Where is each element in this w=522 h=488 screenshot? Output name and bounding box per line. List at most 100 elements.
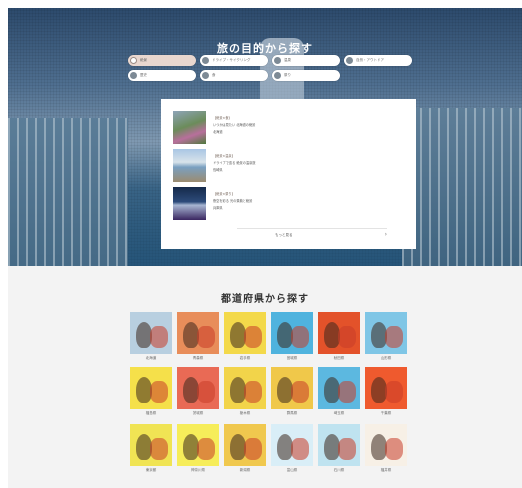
- prefecture-illustration-detail: [291, 326, 309, 348]
- prefecture-name: 山形県: [380, 356, 392, 360]
- radio-icon: [202, 57, 209, 64]
- prefecture-tile[interactable]: [318, 312, 360, 354]
- prefecture-tile[interactable]: [271, 312, 313, 354]
- prefecture-name: 神奈川県: [191, 468, 205, 472]
- result-thumbnail: [173, 149, 206, 182]
- prefecture-search-title: 都道府県から探す: [221, 294, 309, 305]
- prefecture-illustration-detail: [291, 438, 309, 460]
- purpose-filter-pill[interactable]: 食: [200, 70, 268, 81]
- purpose-filter-pill[interactable]: 温泉: [272, 55, 340, 66]
- radio-icon: [274, 72, 281, 79]
- prefecture-name: 新潟県: [239, 468, 251, 472]
- prefecture-name: 千葉県: [380, 411, 392, 415]
- result-description: いつかは見たい 北海道の絶景: [213, 123, 256, 127]
- prefecture-name: 秋田県: [333, 356, 345, 360]
- prefecture-tile[interactable]: [318, 424, 360, 466]
- purpose-filter-label: 祭り: [284, 73, 291, 77]
- prefecture-tile[interactable]: [365, 312, 407, 354]
- purpose-filter-label: 絶景: [140, 58, 147, 62]
- prefecture-tile[interactable]: [271, 367, 313, 409]
- result-thumbnail: [173, 187, 206, 220]
- result-text: 【絶景×温泉】ドライブで巡る 絶景の温泉旅 長崎県: [213, 149, 255, 182]
- radio-icon: [202, 72, 209, 79]
- prefecture-tile[interactable]: [365, 367, 407, 409]
- prefecture-name: 栃木県: [239, 411, 251, 415]
- hero-background-railing-left: [8, 118, 128, 266]
- prefecture-tile[interactable]: [224, 367, 266, 409]
- prefecture-name: 岩手県: [239, 356, 251, 360]
- prefecture-tile[interactable]: [224, 312, 266, 354]
- result-item[interactable]: 【絶景×食】いつかは見たい 北海道の絶景 北海道: [173, 111, 373, 144]
- result-location: 北海道: [213, 130, 223, 134]
- prefecture-name: 石川県: [333, 468, 345, 472]
- prefecture-illustration-detail: [197, 326, 215, 348]
- prefecture-name: 福井県: [380, 468, 392, 472]
- purpose-filter-pill[interactable]: 祭り: [272, 70, 340, 81]
- prefecture-tile[interactable]: [130, 424, 172, 466]
- prefecture-name: 茨城県: [192, 411, 204, 415]
- prefecture-name: 東京都: [145, 468, 157, 472]
- prefecture-illustration-detail: [385, 381, 403, 403]
- radio-icon: [346, 57, 353, 64]
- prefecture-tile[interactable]: [365, 424, 407, 466]
- prefecture-name: 福島県: [145, 411, 157, 415]
- purpose-filter-pill[interactable]: 歴史: [128, 70, 196, 81]
- prefecture-name: 北海道: [145, 356, 157, 360]
- result-text: 【絶景×食】いつかは見たい 北海道の絶景 北海道: [213, 111, 255, 144]
- more-results-link[interactable]: もっと見る ›: [237, 231, 387, 239]
- prefecture-name: 青森県: [192, 356, 204, 360]
- prefecture-name: 群馬県: [286, 411, 298, 415]
- radio-icon: [130, 72, 137, 79]
- purpose-search-title: 旅の目的から探す: [217, 42, 313, 55]
- prefecture-tile[interactable]: [177, 367, 219, 409]
- purpose-filter-pill[interactable]: ドライブ・サイクリング: [200, 55, 268, 66]
- prefecture-illustration-detail: [338, 326, 356, 348]
- prefecture-illustration-detail: [385, 438, 403, 460]
- prefecture-tile[interactable]: [130, 367, 172, 409]
- prefecture-section: 都道府県から探す 北海道 青森県 岩手県 宮城県 秋田県 山形県福島県 茨城県 栃木県 群馬県 埼…: [8, 266, 522, 488]
- purpose-filter-pill[interactable]: 自然・アウトドア: [344, 55, 412, 66]
- results-card: もっと見る › 【絶景×食】いつかは見たい 北海道の絶景 北海道【絶景×温泉】ドラ…: [161, 99, 416, 249]
- prefecture-illustration-detail: [150, 438, 168, 460]
- result-category: 【絶景×温泉】: [213, 154, 235, 158]
- prefecture-illustration-detail: [338, 381, 356, 403]
- prefecture-tile[interactable]: [130, 312, 172, 354]
- more-results-label: もっと見る: [275, 232, 293, 237]
- prefecture-tile[interactable]: [271, 424, 313, 466]
- result-description: ドライブで巡る 絶景の温泉旅: [213, 161, 256, 165]
- prefecture-illustration-detail: [244, 438, 262, 460]
- result-item[interactable]: 【絶景×温泉】ドライブで巡る 絶景の温泉旅 長崎県: [173, 149, 373, 182]
- purpose-filter-label: ドライブ・サイクリング: [212, 58, 251, 62]
- prefecture-tile[interactable]: [224, 424, 266, 466]
- radio-icon: [130, 57, 137, 64]
- prefecture-tile[interactable]: [177, 424, 219, 466]
- hero-section: 旅の目的から探す 絶景 ドライブ・サイクリング 温泉 自然・アウトドア歴史 食 祭り もっ…: [8, 8, 522, 266]
- result-thumbnail: [173, 111, 206, 144]
- prefecture-name: 埼玉県: [333, 411, 345, 415]
- purpose-filter-label: 食: [212, 73, 216, 77]
- result-category: 【絶景×食】: [213, 116, 232, 120]
- prefecture-tile[interactable]: [318, 367, 360, 409]
- prefecture-illustration-detail: [385, 326, 403, 348]
- result-location: 長崎県: [213, 168, 223, 172]
- purpose-filter-label: 温泉: [284, 58, 291, 62]
- prefecture-illustration-detail: [338, 438, 356, 460]
- results-divider: [237, 228, 387, 229]
- prefecture-illustration-detail: [244, 326, 262, 348]
- prefecture-illustration-detail: [291, 381, 309, 403]
- purpose-filter-label: 自然・アウトドア: [356, 58, 384, 62]
- hero-background-railing-right: [402, 108, 522, 266]
- prefecture-illustration-detail: [197, 381, 215, 403]
- result-location: 兵庫県: [213, 206, 223, 210]
- result-description: 夜空を彩る 光の祭典と絶景: [213, 199, 253, 203]
- purpose-filter-pill[interactable]: 絶景: [128, 55, 196, 66]
- purpose-filter-label: 歴史: [140, 73, 147, 77]
- prefecture-illustration-detail: [197, 438, 215, 460]
- result-text: 【絶景×祭り】 夜空を彩る 光の祭典と絶景 兵庫県: [213, 187, 252, 220]
- result-item[interactable]: 【絶景×祭り】 夜空を彩る 光の祭典と絶景 兵庫県: [173, 187, 373, 220]
- prefecture-illustration-detail: [150, 326, 168, 348]
- prefecture-illustration-detail: [150, 381, 168, 403]
- prefecture-name: 宮城県: [286, 356, 298, 360]
- chevron-right-icon: ›: [384, 231, 387, 238]
- prefecture-tile[interactable]: [177, 312, 219, 354]
